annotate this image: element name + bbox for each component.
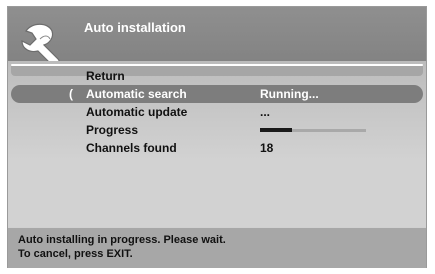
osd-window: Auto installation Return ( Automatic sea… [7,6,427,268]
selection-cursor-icon: ( [69,87,73,101]
menu-item-channels-found: Channels found 18 [8,139,426,157]
status-line-1: Auto installing in progress. Please wait… [18,234,226,246]
menu-item-label: Progress [86,123,139,137]
menu-item-automatic-update[interactable]: Automatic update ... [8,103,426,121]
page-title: Auto installation [84,20,186,35]
menu-item-return[interactable]: Return [8,67,426,85]
progress-bar-fill [260,128,292,132]
menu-item-value: Running... [260,87,319,101]
status-bar: Auto installing in progress. Please wait… [8,228,426,268]
progress-bar [260,128,366,132]
header-bar: Auto installation [8,7,426,67]
menu-item-label: Channels found [86,141,177,155]
menu-item-label: Automatic update [86,105,188,119]
menu-item-automatic-search[interactable]: ( Automatic search Running... [8,85,426,103]
status-line-2: To cancel, press EXIT. [18,248,133,260]
menu-item-label: Return [86,69,125,83]
menu-item-progress: Progress [8,121,426,139]
menu-item-value: ... [260,105,271,119]
menu-item-label: Automatic search [86,87,187,101]
menu-item-value: 18 [260,141,274,155]
